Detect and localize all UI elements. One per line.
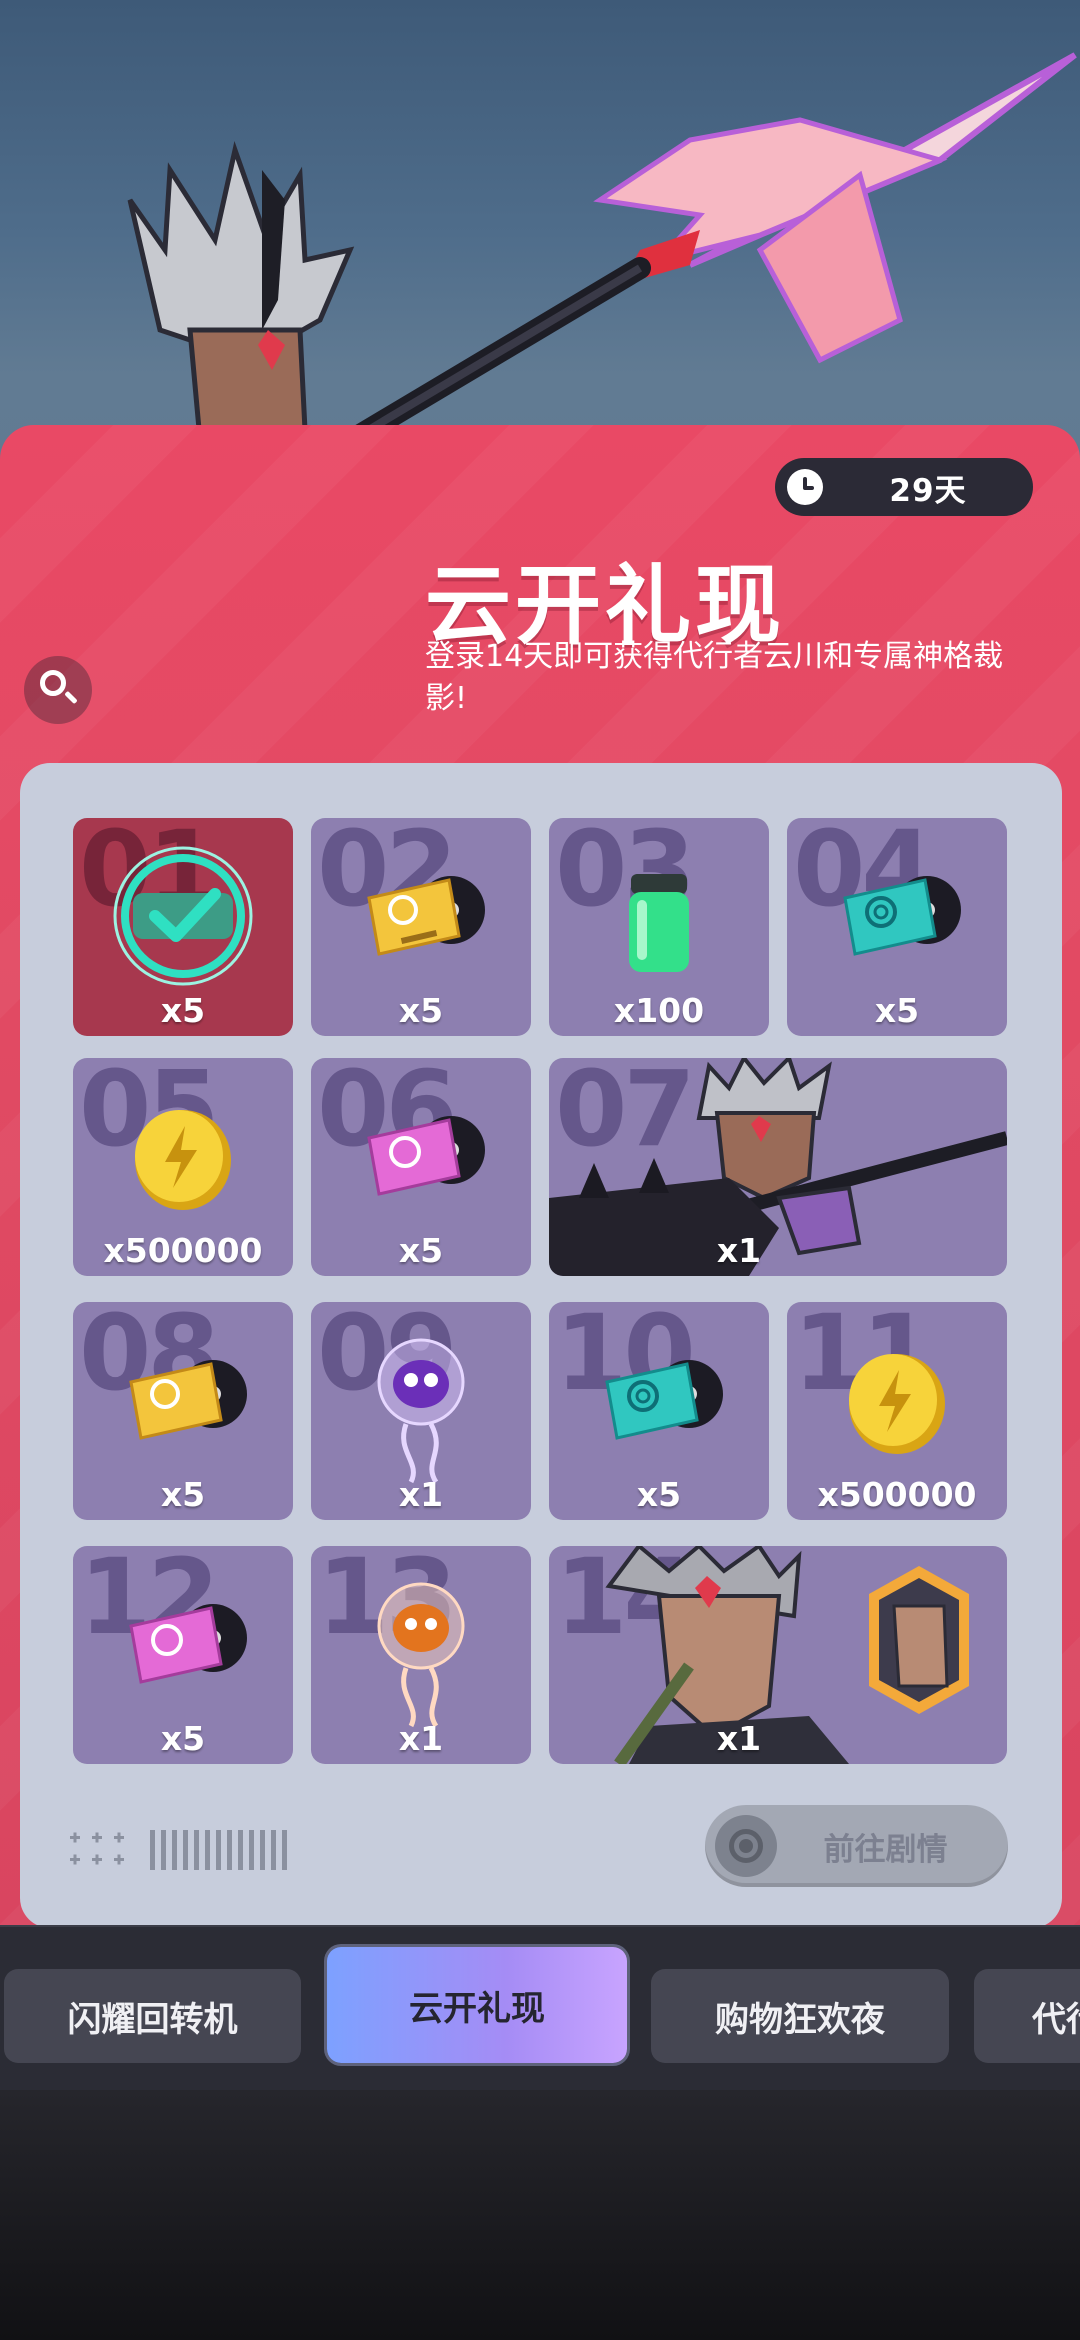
- reward-quantity: x5: [160, 991, 206, 1030]
- days-remaining-text: 29天: [889, 472, 967, 509]
- reward-tile-day-11[interactable]: 11 x500000: [787, 1302, 1007, 1520]
- event-tab-bar: 闪耀回转机 云开礼现 购物狂欢夜 代行: [0, 1925, 1080, 2092]
- reward-tile-day-04[interactable]: 04 x5: [787, 818, 1007, 1036]
- tab-cloud-gift[interactable]: 云开礼现: [327, 1947, 627, 2063]
- reward-quantity: x100: [613, 991, 705, 1030]
- reward-tile-day-10[interactable]: 10 x5: [549, 1302, 769, 1520]
- clock-icon: [787, 469, 823, 505]
- tab-label: 云开礼现: [409, 1988, 545, 2029]
- reward-quantity: x1: [716, 1719, 762, 1758]
- tab-label: 代行: [1032, 1999, 1080, 2040]
- reward-tile-day-12[interactable]: 12 x5: [73, 1546, 293, 1764]
- bottom-area: [0, 2090, 1080, 2340]
- reward-tile-day-13[interactable]: 13 x1: [311, 1546, 531, 1764]
- reward-tile-day-03[interactable]: 03 x100: [549, 818, 769, 1036]
- reward-tile-day-09[interactable]: 09 x1: [311, 1302, 531, 1520]
- reward-tile-day-01[interactable]: 01 x5: [73, 818, 293, 1036]
- reward-quantity: x5: [160, 1719, 206, 1758]
- eye-icon: [715, 1815, 777, 1877]
- decorative-barcode: [70, 1830, 287, 1870]
- search-icon: [40, 670, 66, 696]
- reward-quantity: x500000: [103, 1231, 263, 1270]
- reward-tile-day-06[interactable]: 06 x5: [311, 1058, 531, 1276]
- reward-quantity: x1: [398, 1475, 444, 1514]
- reward-quantity: x1: [398, 1719, 444, 1758]
- reward-quantity: x1: [716, 1231, 762, 1270]
- event-description: 登录14天即可获得代行者云川和专属神格裁影!: [425, 639, 1004, 716]
- go-to-story-button[interactable]: 前往剧情: [705, 1805, 1008, 1887]
- reward-quantity: x5: [398, 991, 444, 1030]
- reward-quantity: x5: [874, 991, 920, 1030]
- tab-agent[interactable]: 代行: [974, 1969, 1080, 2063]
- reward-quantity: x5: [160, 1475, 206, 1514]
- reward-tile-day-08[interactable]: 08 x5: [73, 1302, 293, 1520]
- reward-tile-day-07[interactable]: 07 x1: [549, 1058, 1007, 1276]
- go-to-story-label: 前往剧情: [823, 1831, 948, 1868]
- tab-shining-spinner[interactable]: 闪耀回转机: [4, 1969, 301, 2063]
- reward-quantity: x5: [636, 1475, 682, 1514]
- reward-quantity: x5: [398, 1231, 444, 1270]
- tab-label: 购物狂欢夜: [715, 1999, 885, 2040]
- days-remaining-badge: 29天: [775, 458, 1033, 516]
- tab-label: 闪耀回转机: [67, 1999, 238, 2040]
- reward-tile-day-14[interactable]: 14 x1: [549, 1546, 1007, 1764]
- reward-tile-day-02[interactable]: 02 x5: [311, 818, 531, 1036]
- reward-tile-day-05[interactable]: 05 x500000: [73, 1058, 293, 1276]
- zoom-preview-button[interactable]: [24, 656, 92, 724]
- tab-shopping-night[interactable]: 购物狂欢夜: [651, 1969, 949, 2063]
- reward-quantity: x500000: [817, 1475, 977, 1514]
